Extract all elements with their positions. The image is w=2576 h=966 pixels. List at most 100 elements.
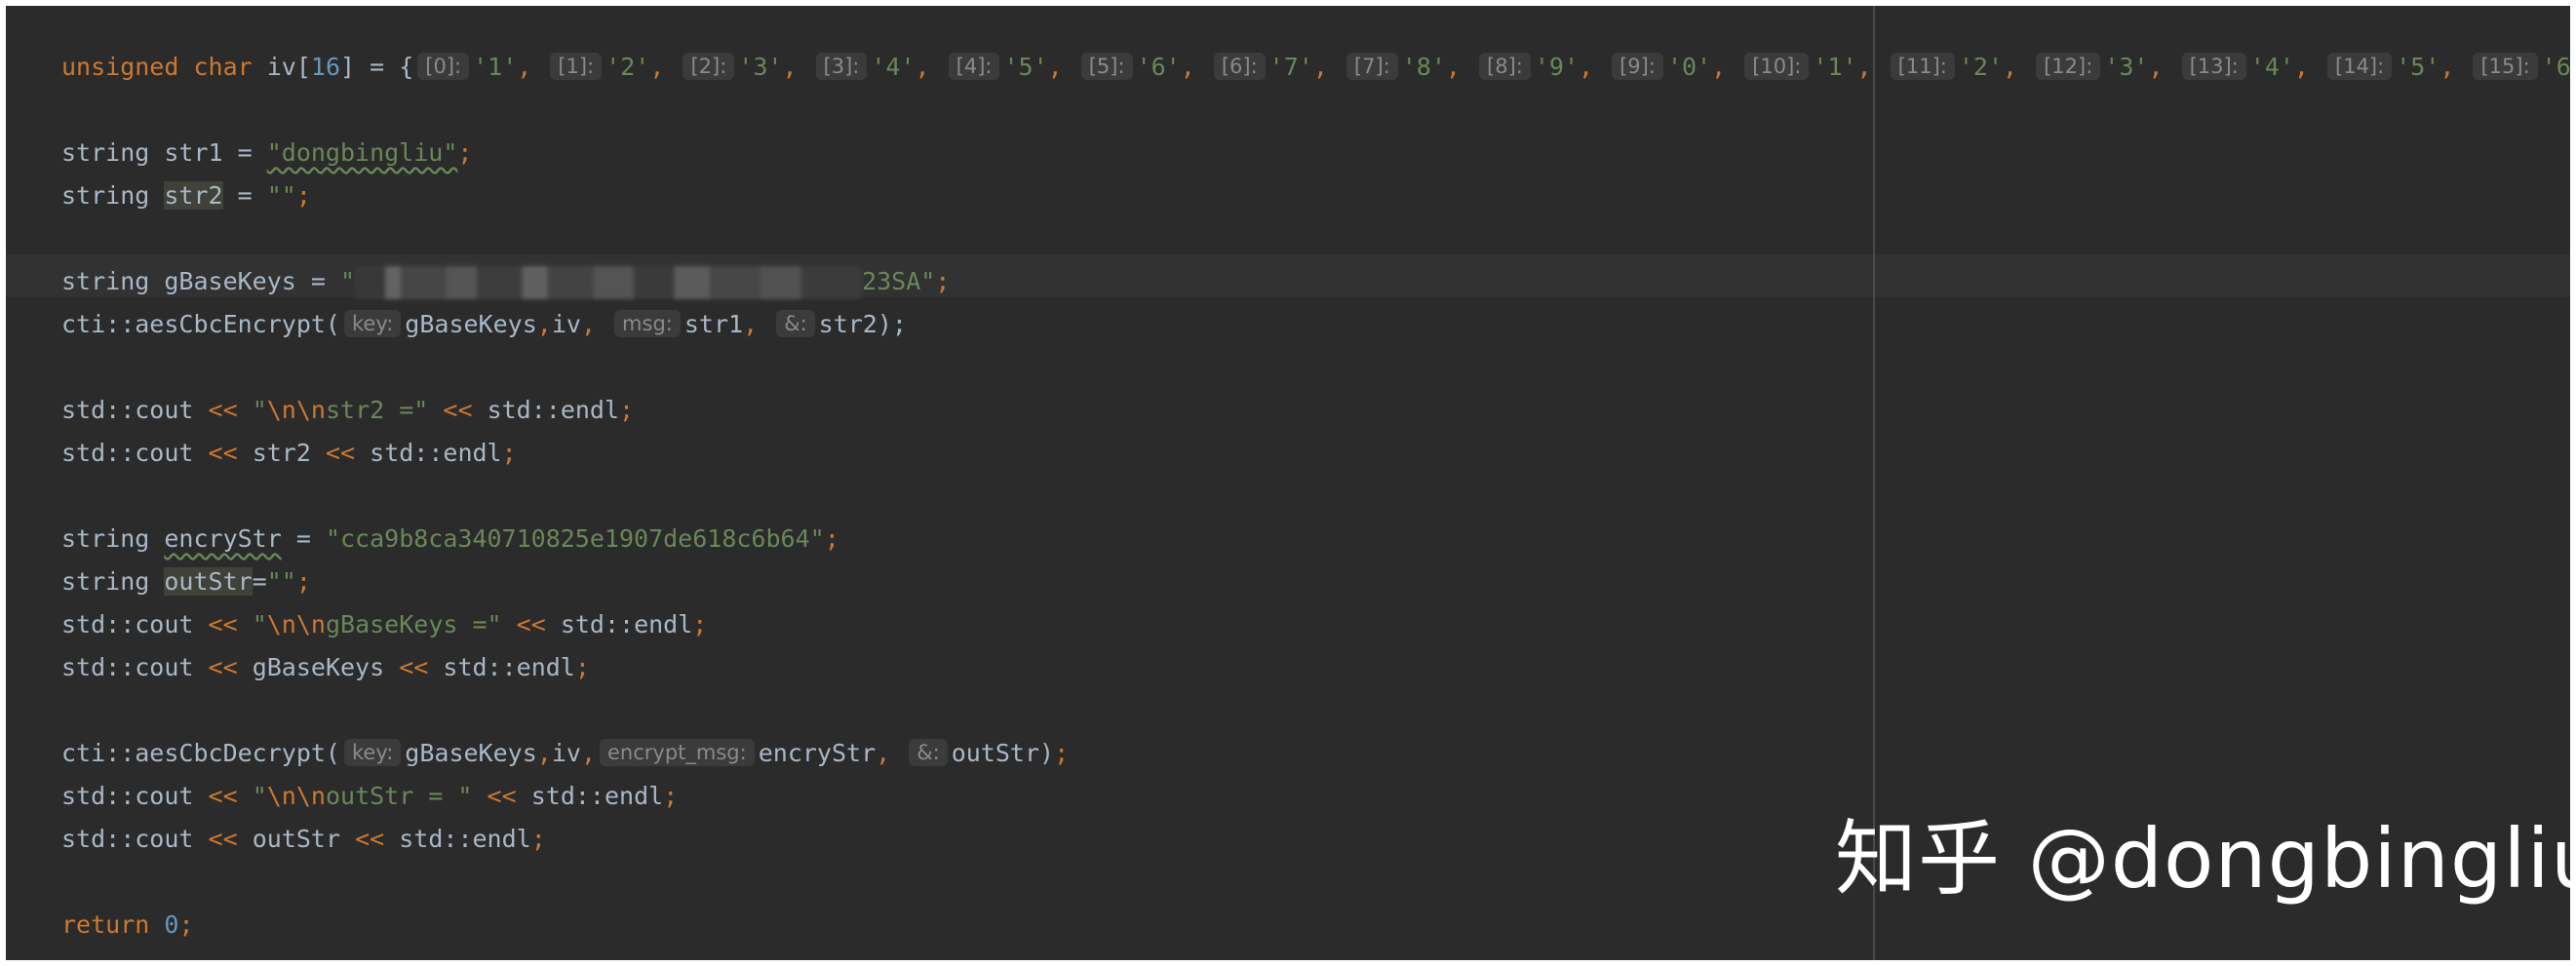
shift-op: << xyxy=(208,782,238,810)
out-eq: = xyxy=(252,567,267,596)
index-hint: [8]: xyxy=(1479,53,1531,80)
index-hint: [12]: xyxy=(2036,53,2101,80)
index-hint: [7]: xyxy=(1346,53,1398,80)
cout: std::cout xyxy=(61,396,209,424)
shift-op: << xyxy=(208,610,238,638)
endl: std::endl xyxy=(399,825,531,853)
cout: std::cout xyxy=(61,439,209,467)
index-hint: [3]: xyxy=(815,53,868,80)
encry-decl: string xyxy=(61,524,165,553)
shift-op: << xyxy=(355,825,385,853)
param-hint-key: key: xyxy=(343,310,402,337)
encry-eq: = xyxy=(281,524,326,553)
index-hint: [6]: xyxy=(1213,53,1266,80)
str2-value: "" xyxy=(266,181,296,210)
out-value: "" xyxy=(266,567,296,596)
arg-str2: str2 xyxy=(818,310,878,338)
code-line-str1[interactable]: string str1 = "dongbingliu"; xyxy=(61,132,2570,174)
shift-op: << xyxy=(208,396,238,424)
var-str2: str2 xyxy=(252,439,311,467)
encrypt-call: cti::aesCbcEncrypt( xyxy=(61,310,340,338)
code-editor[interactable]: unsigned char iv[16] = {[0]: '1', [1]: '2'… xyxy=(6,6,2570,960)
index-hint: [10]: xyxy=(1744,53,1810,80)
var-gbase: gBaseKeys xyxy=(252,653,385,681)
iv-element: '2' xyxy=(1958,53,2003,81)
code-line-encrypt[interactable]: cti::aesCbcEncrypt(key: gBaseKeys,iv, msg… xyxy=(61,303,2570,346)
code-line-encrystr[interactable]: string encryStr = "cca9b8ca340710825e190… xyxy=(61,518,2570,560)
param-hint-ref: &: xyxy=(909,739,948,766)
str1-value: "dongbingliu" xyxy=(266,138,458,167)
iv-element: '5' xyxy=(2396,53,2440,81)
iv-element: '5' xyxy=(1003,53,1048,81)
iv-open: ] = { xyxy=(340,53,414,81)
index-hint: [13]: xyxy=(2181,53,2246,80)
cout: std::cout xyxy=(61,825,209,853)
keyword: unsigned char xyxy=(61,53,253,81)
code-line-blank[interactable] xyxy=(61,689,2570,732)
code-line-blank[interactable] xyxy=(61,475,2570,518)
code-line-blank[interactable] xyxy=(61,217,2570,260)
iv-element: '4' xyxy=(871,53,916,81)
cout: std::cout xyxy=(61,653,209,681)
out-decl: string xyxy=(61,567,165,596)
code-line-str2[interactable]: string str2 = ""; xyxy=(61,174,2570,217)
str2-decl: string xyxy=(61,181,165,210)
param-hint-encrypt-msg: encrypt_msg: xyxy=(600,739,755,766)
shift-op: << xyxy=(487,782,517,810)
index-hint: [9]: xyxy=(1612,53,1663,80)
code-line-cout-str2[interactable]: std::cout << str2 << std::endl; xyxy=(61,432,2570,475)
redacted-key-blur xyxy=(355,266,863,299)
gbase-value-tail: 23SA" xyxy=(862,267,936,295)
shift-op: << xyxy=(208,653,238,681)
str1-decl: string str1 = xyxy=(61,138,267,167)
index-hint: [4]: xyxy=(948,53,1000,80)
endl: std::endl xyxy=(530,782,664,810)
iv-element: '8' xyxy=(1401,53,1446,81)
param-hint-ref: &: xyxy=(776,310,815,337)
index-hint: [0]: xyxy=(417,53,470,80)
iv-element: '3' xyxy=(2104,53,2149,81)
iv-items: [0]: '1', [1]: '2', [2]: '3', [3]: '4', [4]:… xyxy=(413,53,2570,81)
code-line-cout-gbase[interactable]: std::cout << gBaseKeys << std::endl; xyxy=(61,646,2570,689)
arg-gbasekeys: gBaseKeys xyxy=(405,310,537,338)
iv-element: '1' xyxy=(1813,53,1857,81)
code-line-blank[interactable] xyxy=(61,346,2570,389)
index-hint: [5]: xyxy=(1080,53,1133,80)
index-hint: [11]: xyxy=(1890,53,1955,80)
arg-iv: iv xyxy=(551,310,581,338)
str2-eq: = xyxy=(222,181,267,210)
index-hint: [14]: xyxy=(2327,53,2393,80)
index-hint: [15]: xyxy=(2473,53,2538,80)
arg-gbasekeys: gBaseKeys xyxy=(405,739,537,767)
code-line-cout-str2-label[interactable]: std::cout << "\n\nstr2 =" << std::endl; xyxy=(61,389,2570,432)
decrypt-call: cti::aesCbcDecrypt( xyxy=(61,739,340,767)
code-line-gbasekeys[interactable]: string gBaseKeys = " 23SA"; xyxy=(61,260,2570,303)
code-line-blank[interactable] xyxy=(61,89,2570,132)
endl: std::endl xyxy=(487,396,620,424)
code-line-outstr[interactable]: string outStr=""; xyxy=(61,560,2570,603)
iv-size: 16 xyxy=(310,53,340,81)
return-value: 0 xyxy=(164,910,179,939)
code-line-cout-gbase-label[interactable]: std::cout << "\n\ngBaseKeys =" << std::e… xyxy=(61,603,2570,646)
arg-iv: iv xyxy=(551,739,581,767)
iv-element: '4' xyxy=(2249,53,2294,81)
encry-value: "cca9b8ca340710825e1907de618c6b64" xyxy=(325,524,825,553)
index-hint: [2]: xyxy=(683,53,735,80)
var-outstr: outStr xyxy=(252,825,340,853)
return-keyword: return xyxy=(61,910,150,939)
cout: std::cout xyxy=(61,782,209,810)
out-name: outStr xyxy=(164,567,253,596)
iv-decl: iv[ xyxy=(252,53,311,81)
arg-encrystr: encryStr xyxy=(758,739,877,767)
endl: std::endl xyxy=(370,439,502,467)
iv-element: '7' xyxy=(1268,53,1313,81)
str2-name: str2 xyxy=(164,181,223,210)
endl: std::endl xyxy=(560,610,693,638)
arg-str1: str1 xyxy=(683,310,744,338)
shift-op: << xyxy=(516,610,546,638)
code-line-iv[interactable]: unsigned char iv[16] = {[0]: '1', [1]: '2'… xyxy=(61,46,2570,89)
code-line-decrypt[interactable]: cti::aesCbcDecrypt(key: gBaseKeys,iv, encr… xyxy=(61,732,2570,775)
param-hint-key: key: xyxy=(343,739,402,766)
param-hint-msg: msg: xyxy=(614,310,681,337)
iv-element: '3' xyxy=(738,53,783,81)
